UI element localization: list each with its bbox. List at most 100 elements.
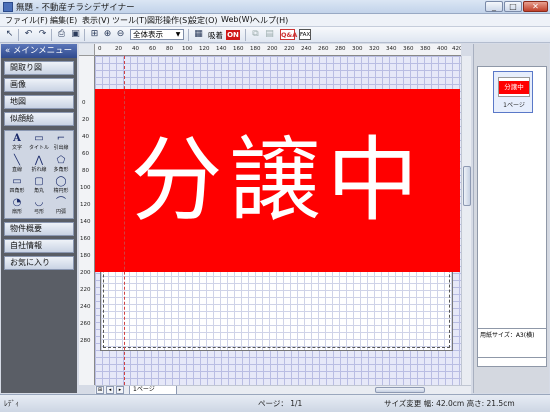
sidebar-item-image[interactable]: 画像 xyxy=(4,78,74,92)
vertical-scroll-thumb[interactable] xyxy=(463,166,471,206)
sidebar-item-portrait[interactable]: 似顔絵 xyxy=(4,112,74,126)
shape-leader[interactable]: ⌐ 引出線 xyxy=(51,133,71,154)
shape-sector[interactable]: ◔ 扇形 xyxy=(7,197,27,218)
ruler-tick: 320 xyxy=(369,46,380,52)
design-canvas[interactable]: 分譲中 xyxy=(95,56,461,385)
ruler-tick: 280 xyxy=(335,46,346,52)
polyline-icon: ⋀ xyxy=(34,155,44,166)
page-tab-bar: ⊞ ◂ ▸ 1ページ xyxy=(95,385,471,395)
redo-icon[interactable]: ↷ xyxy=(36,28,49,41)
ruler-tick: 400 xyxy=(437,46,448,52)
menu-view[interactable]: 表示(V) xyxy=(82,15,110,26)
ruler-tick: 100 xyxy=(80,185,91,191)
first-page-icon[interactable]: ⊞ xyxy=(96,386,104,394)
copy-icon[interactable]: ⧉ xyxy=(249,28,262,41)
select-arrow-icon[interactable]: ↖ xyxy=(3,28,16,41)
ruler-tick: 0 xyxy=(82,100,86,106)
ruler-tick: 160 xyxy=(233,46,244,52)
ruler-tick: 260 xyxy=(80,321,91,327)
shape-polygon[interactable]: ⬠ 多角形 xyxy=(51,155,71,176)
maximize-button[interactable]: □ xyxy=(504,1,522,12)
toolbar-separator xyxy=(18,29,19,41)
ruler-tick: 0 xyxy=(98,46,102,52)
undo-icon[interactable]: ↶ xyxy=(22,28,35,41)
menu-shape-ops[interactable]: 図形操作(S) xyxy=(147,15,190,26)
app-icon xyxy=(3,2,13,12)
zoom-select[interactable]: 全体表示 ▼ xyxy=(130,29,184,40)
sidebar: « メインメニュー 間取り図 画像 地図 似顔絵 A 文字 ▭ タイトル ⌐ 引出線 … xyxy=(1,44,77,393)
sidebar-item-floorplan[interactable]: 間取り図 xyxy=(4,61,74,75)
ruler-tick: 180 xyxy=(80,253,91,259)
ruler-tick: 340 xyxy=(386,46,397,52)
double-chevron-left-icon: « xyxy=(5,46,11,56)
toolbar-separator xyxy=(51,29,52,41)
vertical-scrollbar[interactable] xyxy=(461,56,471,385)
fax-button[interactable]: FAX xyxy=(299,29,311,40)
ruler-tick: 40 xyxy=(132,46,139,52)
banner-text[interactable]: 分譲中 xyxy=(95,89,460,272)
main-menu-header[interactable]: « メインメニュー xyxy=(1,44,77,58)
ruler-tick: 20 xyxy=(115,46,122,52)
shape-panel: A 文字 ▭ タイトル ⌐ 引出線 ╲ 直線 ⋀ 折れ線 ⬠ 多角形 ▭ 四角形 ▢ 角丸 ◯ 楕… xyxy=(4,130,74,219)
grid-icon[interactable]: ▦ xyxy=(192,28,205,41)
ruler-tick: 20 xyxy=(82,117,89,123)
circular-arc-icon: ⌒ xyxy=(56,197,66,208)
line-icon: ╲ xyxy=(13,155,21,166)
paper-size-info: 用紙サイズ：A3(横) xyxy=(477,328,547,358)
ruler-tick: 180 xyxy=(250,46,261,52)
shape-rectangle[interactable]: ▭ 四角形 xyxy=(7,176,27,197)
title-bar: 無題 - 不動産チラシデザイナー _ □ ✕ xyxy=(0,0,550,14)
ruler-tick: 200 xyxy=(267,46,278,52)
snap-toggle[interactable]: ON xyxy=(226,30,240,40)
paste-icon[interactable]: ▤ xyxy=(263,28,276,41)
zoom-in-icon[interactable]: ⊕ xyxy=(101,28,114,41)
save-icon[interactable]: ▣ xyxy=(69,28,82,41)
status-bar: ﾚﾃﾞｨ ページ： 1/1 サイズ変更 幅: 42.0cm 高さ: 21.5cm xyxy=(0,394,550,412)
page-thumbnail[interactable]: 分譲中 1ページ xyxy=(493,71,533,113)
menu-help[interactable]: ヘルプ(H) xyxy=(252,15,288,26)
zoom-out-icon[interactable]: ⊖ xyxy=(114,28,127,41)
ruler-tick: 420 xyxy=(452,46,461,52)
ruler-tick: 360 xyxy=(403,46,414,52)
ruler-tick: 380 xyxy=(420,46,431,52)
thumbnail-list: 分譲中 1ページ xyxy=(477,66,547,367)
ruler-tick: 160 xyxy=(80,236,91,242)
sidebar-item-map[interactable]: 地図 xyxy=(4,95,74,109)
prev-page-icon[interactable]: ◂ xyxy=(106,386,114,394)
sidebar-item-favorites[interactable]: お気に入り xyxy=(4,256,74,270)
horizontal-scroll-thumb[interactable] xyxy=(375,387,425,393)
menu-edit[interactable]: 編集(E) xyxy=(50,15,77,26)
sidebar-item-property-summary[interactable]: 物件概要 xyxy=(4,222,74,236)
shape-arc[interactable]: ◡ 弓形 xyxy=(29,197,49,218)
polygon-icon: ⬠ xyxy=(56,155,66,166)
shape-ellipse[interactable]: ◯ 楕円形 xyxy=(51,176,71,197)
ruler-tick: 200 xyxy=(80,270,91,276)
banner-shape[interactable]: 分譲中 xyxy=(95,89,460,272)
menu-tools[interactable]: ツール(T) xyxy=(112,15,147,26)
qa-button[interactable]: Q&A xyxy=(280,29,297,40)
shape-line[interactable]: ╲ 直線 xyxy=(7,155,27,176)
ruler-tick: 40 xyxy=(82,134,89,140)
menu-web[interactable]: Web(W) xyxy=(221,15,253,24)
guide-line[interactable] xyxy=(124,56,125,385)
zoom-select-value: 全体表示 xyxy=(133,30,163,39)
shape-polyline[interactable]: ⋀ 折れ線 xyxy=(29,155,49,176)
menu-file[interactable]: ファイル(F) xyxy=(5,15,48,26)
fit-page-icon[interactable]: ⊞ xyxy=(88,28,101,41)
ruler-tick: 280 xyxy=(80,338,91,344)
print-icon[interactable]: ⎙ xyxy=(55,28,68,41)
shape-text[interactable]: A 文字 xyxy=(7,133,27,154)
next-page-icon[interactable]: ▸ xyxy=(116,386,124,394)
minimize-button[interactable]: _ xyxy=(485,1,503,12)
shape-circular-arc[interactable]: ⌒ 円弧 xyxy=(51,197,71,218)
ruler-corner xyxy=(79,44,95,56)
menu-settings[interactable]: 設定(O) xyxy=(189,15,218,26)
main-menu-label: メインメニュー xyxy=(12,46,73,56)
ruler-tick: 260 xyxy=(318,46,329,52)
ruler-tick: 120 xyxy=(199,46,210,52)
close-button[interactable]: ✕ xyxy=(523,1,548,12)
shape-title[interactable]: ▭ タイトル xyxy=(29,133,49,154)
sidebar-item-company-info[interactable]: 自社情報 xyxy=(4,239,74,253)
shape-rounded[interactable]: ▢ 角丸 xyxy=(29,176,49,197)
ellipse-icon: ◯ xyxy=(55,176,67,187)
